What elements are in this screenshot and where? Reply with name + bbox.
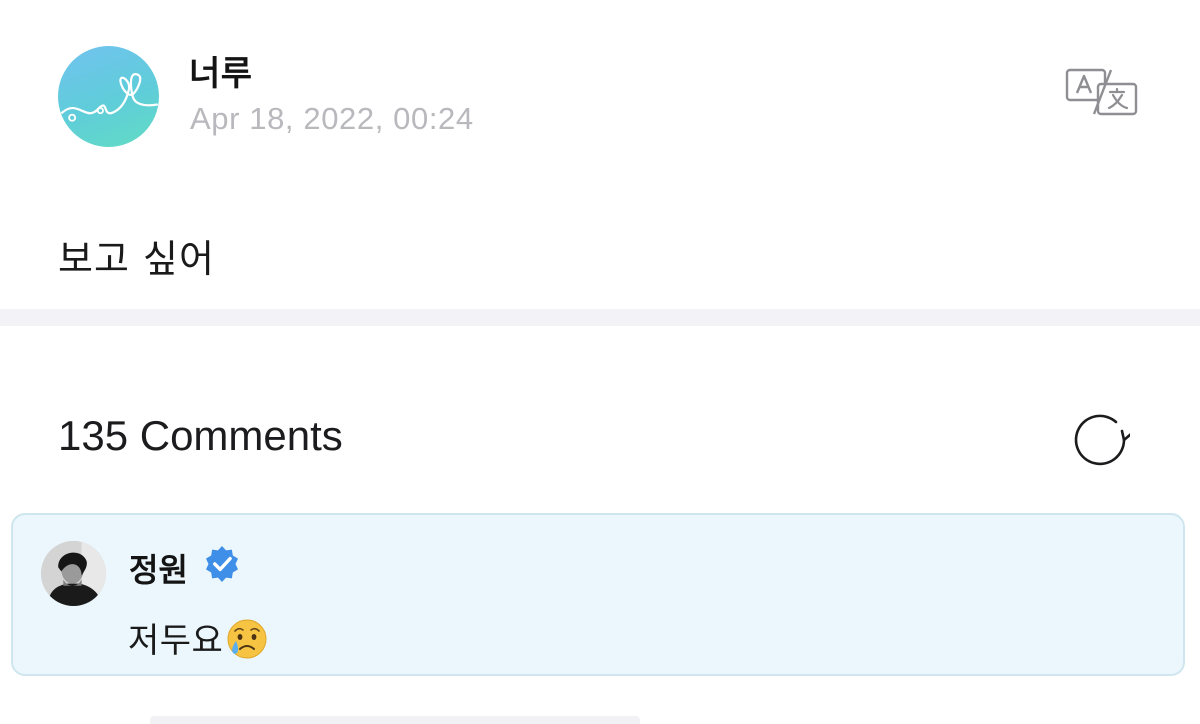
- author-avatar-image: [60, 73, 159, 122]
- commenter-avatar-image: [41, 541, 106, 606]
- comments-count: 135 Comments: [58, 412, 343, 459]
- crying-face-icon: [225, 617, 269, 661]
- translate-button[interactable]: [1064, 66, 1140, 118]
- post-timestamp: Apr 18, 2022, 00:24: [190, 101, 474, 136]
- refresh-icon: [1074, 414, 1130, 466]
- translate-icon: [1065, 68, 1138, 116]
- author-name[interactable]: 너루: [189, 46, 253, 95]
- comment-text: 저두요: [128, 613, 269, 662]
- commenter-name[interactable]: 정원: [129, 545, 188, 591]
- commenter-avatar[interactable]: [41, 541, 106, 606]
- next-comment-peek: [150, 716, 640, 724]
- author-avatar[interactable]: [58, 46, 159, 147]
- refresh-comments-button[interactable]: [1070, 410, 1130, 470]
- comment-text-content: 저두요: [128, 621, 224, 661]
- verified-badge-icon: [204, 546, 240, 582]
- post-body-text: 보고 싶어: [58, 237, 215, 281]
- comment-item-highlighted[interactable]: 정원 저두요: [11, 513, 1185, 676]
- post-header: 너루 Apr 18, 2022, 00:24: [0, 0, 1200, 180]
- section-divider: [0, 309, 1200, 326]
